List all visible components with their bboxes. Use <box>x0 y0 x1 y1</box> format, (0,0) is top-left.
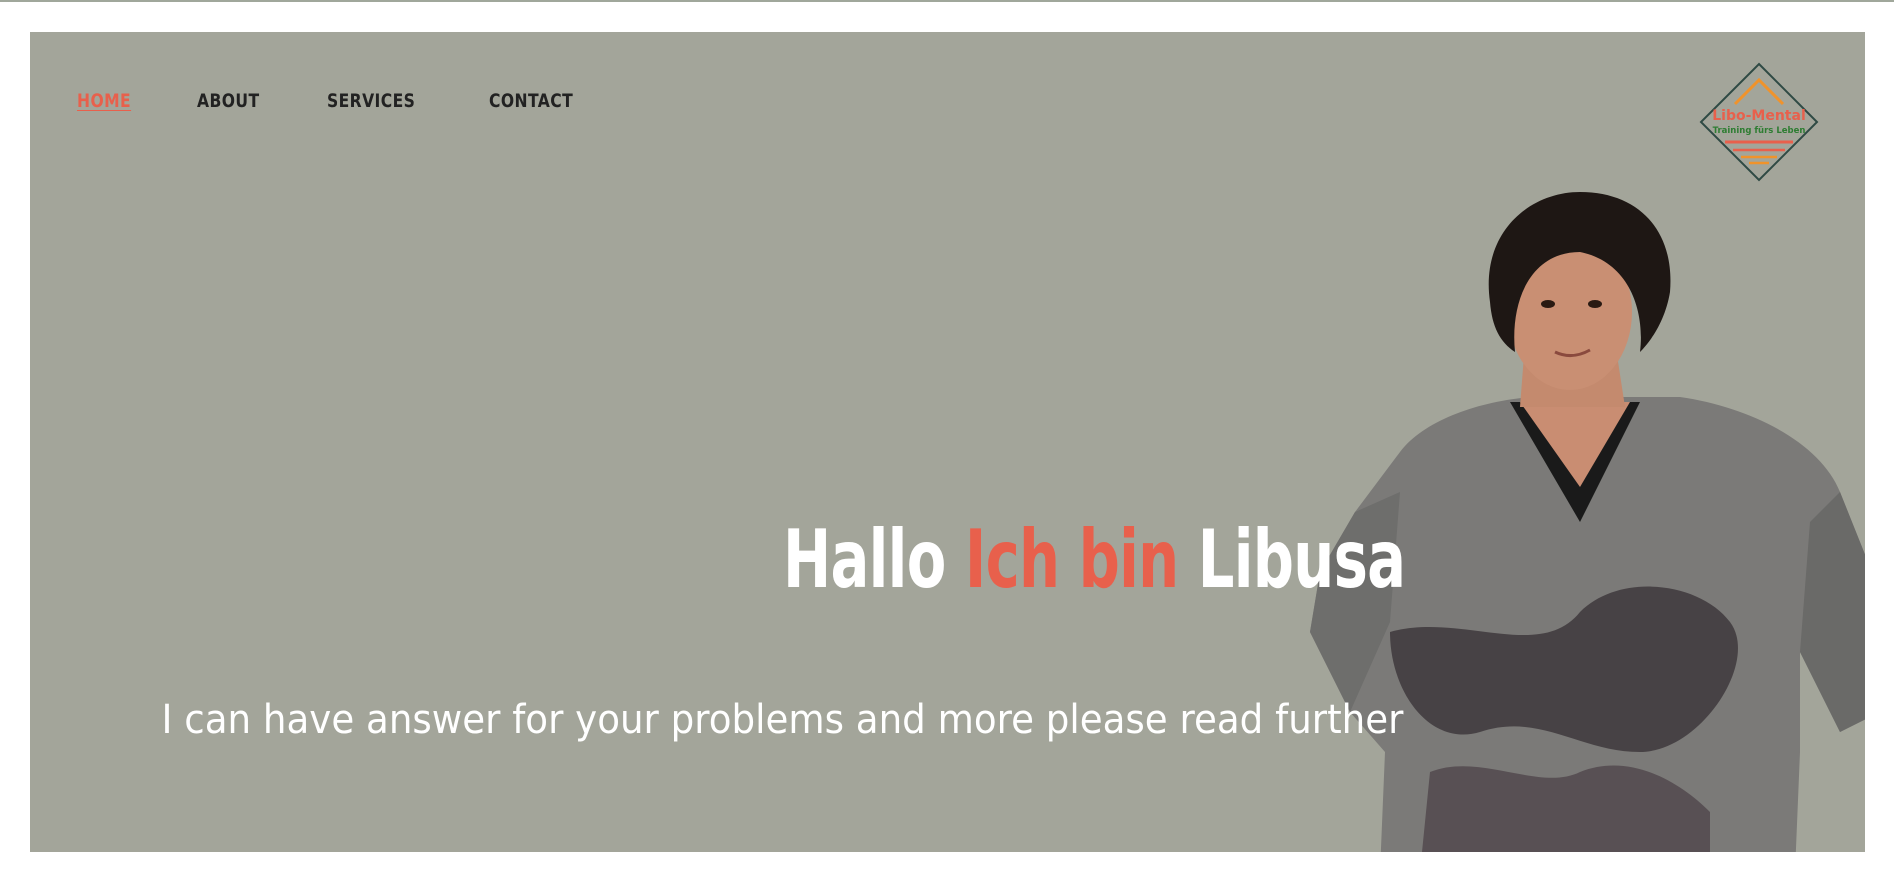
nav-item-about[interactable]: ABOUT <box>197 90 260 112</box>
headline-libusa: Libusa <box>1178 513 1405 606</box>
main-navigation: HOME ABOUT SERVICES CONTACT <box>77 90 591 112</box>
libo-mental-logo[interactable]: Libo-Mental Training fürs Leben <box>1699 62 1819 182</box>
hero-section: HOME ABOUT SERVICES CONTACT Libo-Mental … <box>30 32 1865 852</box>
top-border-line <box>0 0 1894 2</box>
nav-item-home[interactable]: HOME <box>77 90 131 112</box>
nav-item-contact[interactable]: CONTACT <box>489 90 573 112</box>
headline-ich-bin: Ich bin <box>964 513 1179 606</box>
headline-hallo: Hallo <box>782 513 965 606</box>
logo-roof-mark <box>1733 77 1785 106</box>
logo-title: Libo-Mental <box>1712 108 1806 124</box>
logo-tagline: Training fürs Leben <box>1713 126 1806 136</box>
hero-subline: I can have answer for your problems and … <box>161 697 1403 743</box>
nav-item-services[interactable]: SERVICES <box>327 90 415 112</box>
hero-headline: Hallo Ich bin Libusa <box>783 520 1406 600</box>
